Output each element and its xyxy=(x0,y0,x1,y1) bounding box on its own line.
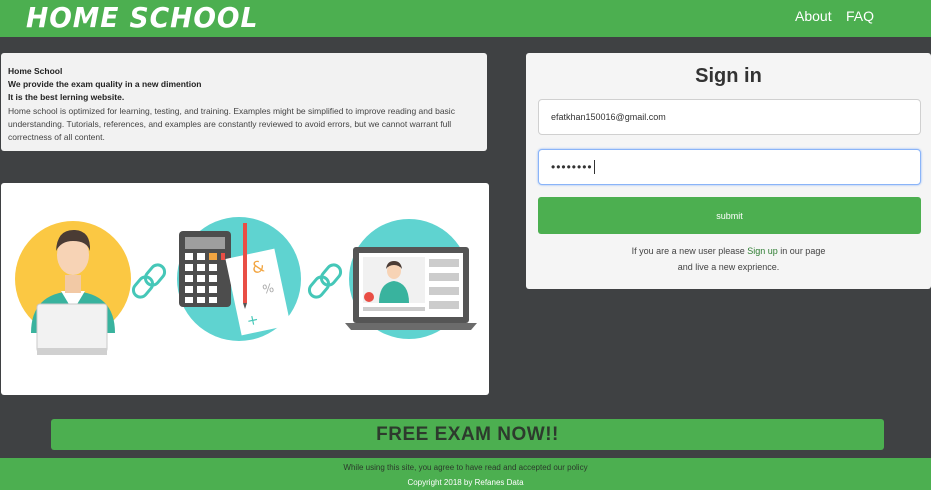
info-title: Home School xyxy=(8,66,63,76)
nav-link-faq[interactable]: FAQ xyxy=(846,8,874,24)
free-exam-button[interactable]: FREE EXAM NOW!! xyxy=(51,419,884,450)
footer-policy-notice: While using this site, you agree to have… xyxy=(343,463,588,472)
info-subtitle: It is the best lerning website. xyxy=(8,92,125,103)
calculator-icon xyxy=(179,231,231,307)
signin-title: Sign in xyxy=(695,65,762,87)
password-field[interactable]: •••••••• xyxy=(538,149,921,185)
signup-link[interactable]: Sign up xyxy=(747,246,778,256)
footer: While using this site, you agree to have… xyxy=(0,458,931,490)
learning-illustration: & % + xyxy=(15,217,477,355)
info-tagline: We provide the exam quality in a new dim… xyxy=(8,79,202,90)
brand-logo[interactable]: HOME SCHOOL xyxy=(26,1,258,34)
signup-prompt: If you are a new user please Sign up in … xyxy=(526,244,931,276)
chain-link-icon xyxy=(307,263,343,299)
email-field[interactable]: efatkhan150016@gmail.com xyxy=(538,99,921,135)
text-caret xyxy=(593,160,595,174)
signup-suffix: in our page xyxy=(780,246,826,256)
submit-button[interactable]: submit xyxy=(538,197,921,234)
signin-panel: Sign in efatkhan150016@gmail.com •••••••… xyxy=(526,53,931,289)
footer-copyright: Copyright 2018 by Refanes Data xyxy=(407,478,524,488)
hero-illustration: & % + xyxy=(1,183,489,395)
top-nav-bar: HOME SCHOOL About FAQ xyxy=(0,0,931,37)
signup-line2: and live a new exprience. xyxy=(677,261,780,272)
info-description: Home school is optimized for learning, t… xyxy=(8,105,455,142)
signup-prefix: If you are a new user please xyxy=(631,246,745,256)
nav-link-about[interactable]: About xyxy=(795,8,832,24)
info-card: Home School We provide the exam quality … xyxy=(1,53,487,151)
video-lesson-icon xyxy=(345,247,477,330)
email-value: efatkhan150016@gmail.com xyxy=(551,112,666,122)
password-value: •••••••• xyxy=(551,160,593,174)
chain-link-icon xyxy=(131,263,167,299)
